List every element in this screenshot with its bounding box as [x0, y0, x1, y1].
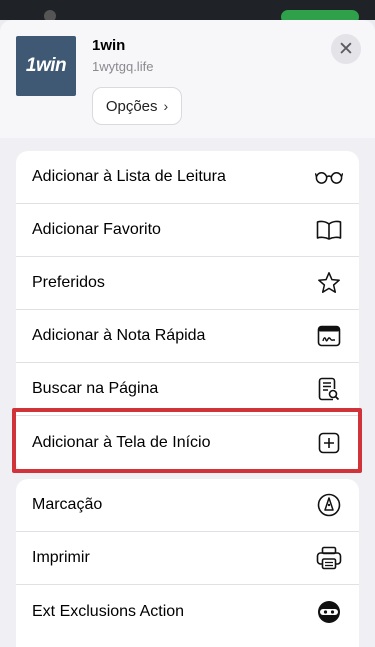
menu-item-label: Adicionar Favorito: [32, 221, 161, 238]
menu-item-favorites[interactable]: Preferidos: [16, 257, 359, 310]
options-label: Opções: [105, 97, 158, 115]
menu-item-add-reading-list[interactable]: Adicionar à Lista de Leitura: [16, 151, 359, 204]
share-sheet-header: 1win 1win 1wytgq.life Opções › ✕: [0, 20, 375, 138]
share-sheet-screen: 1win 1win 1wytgq.life Opções › ✕ Adicion…: [0, 0, 375, 647]
site-icon: 1win: [16, 36, 76, 96]
markup-icon: [315, 491, 343, 519]
close-button[interactable]: ✕: [331, 34, 361, 64]
site-url: 1wytgq.life: [92, 59, 154, 74]
menu-item-ext-exclusions-action[interactable]: Ext Exclusions Action: [16, 585, 359, 638]
menu-item-label: Ext Exclusions Action: [32, 602, 185, 620]
quick-note-icon: [315, 322, 343, 350]
star-icon: [315, 269, 343, 297]
share-sheet: 1win 1win 1wytgq.life Opções › ✕ Adicion…: [0, 20, 375, 647]
menu-item-markup[interactable]: Marcação: [16, 479, 359, 532]
actions-group-secondary: Marcação Imprimir Ext Exclusions Action: [16, 479, 359, 647]
ninja-icon: [315, 598, 343, 626]
menu-item-print[interactable]: Imprimir: [16, 532, 359, 585]
menu-item-label: Adicionar à Lista de Leitura: [32, 168, 226, 185]
menu-item-label: Buscar na Página: [32, 380, 159, 397]
actions-group-primary: Adicionar à Lista de Leitura Adicionar F…: [16, 151, 359, 473]
printer-icon: [315, 544, 343, 572]
glasses-icon: [315, 163, 343, 191]
options-button[interactable]: Opções ›: [92, 87, 182, 125]
close-icon: ✕: [338, 38, 354, 60]
menu-item-add-quick-note[interactable]: Adicionar à Nota Rápida: [16, 310, 359, 363]
chevron-right-icon: ›: [163, 98, 169, 114]
menu-item-find-on-page[interactable]: Buscar na Página: [16, 363, 359, 416]
add-square-icon: [315, 429, 343, 457]
menu-item-add-bookmark[interactable]: Adicionar Favorito: [16, 204, 359, 257]
menu-item-label: Preferidos: [32, 274, 105, 291]
find-in-page-icon: [315, 375, 343, 403]
site-icon-text: 1win: [25, 55, 67, 76]
menu-item-label: Adicionar à Nota Rápida: [32, 327, 206, 344]
menu-item-label: Imprimir: [32, 549, 90, 566]
book-icon: [315, 216, 343, 244]
site-name: 1win: [92, 37, 126, 54]
menu-item-label: Marcação: [32, 496, 103, 513]
menu-item-label: Adicionar à Tela de Início: [32, 433, 211, 451]
menu-item-add-to-home-screen[interactable]: Adicionar à Tela de Início: [16, 416, 359, 469]
